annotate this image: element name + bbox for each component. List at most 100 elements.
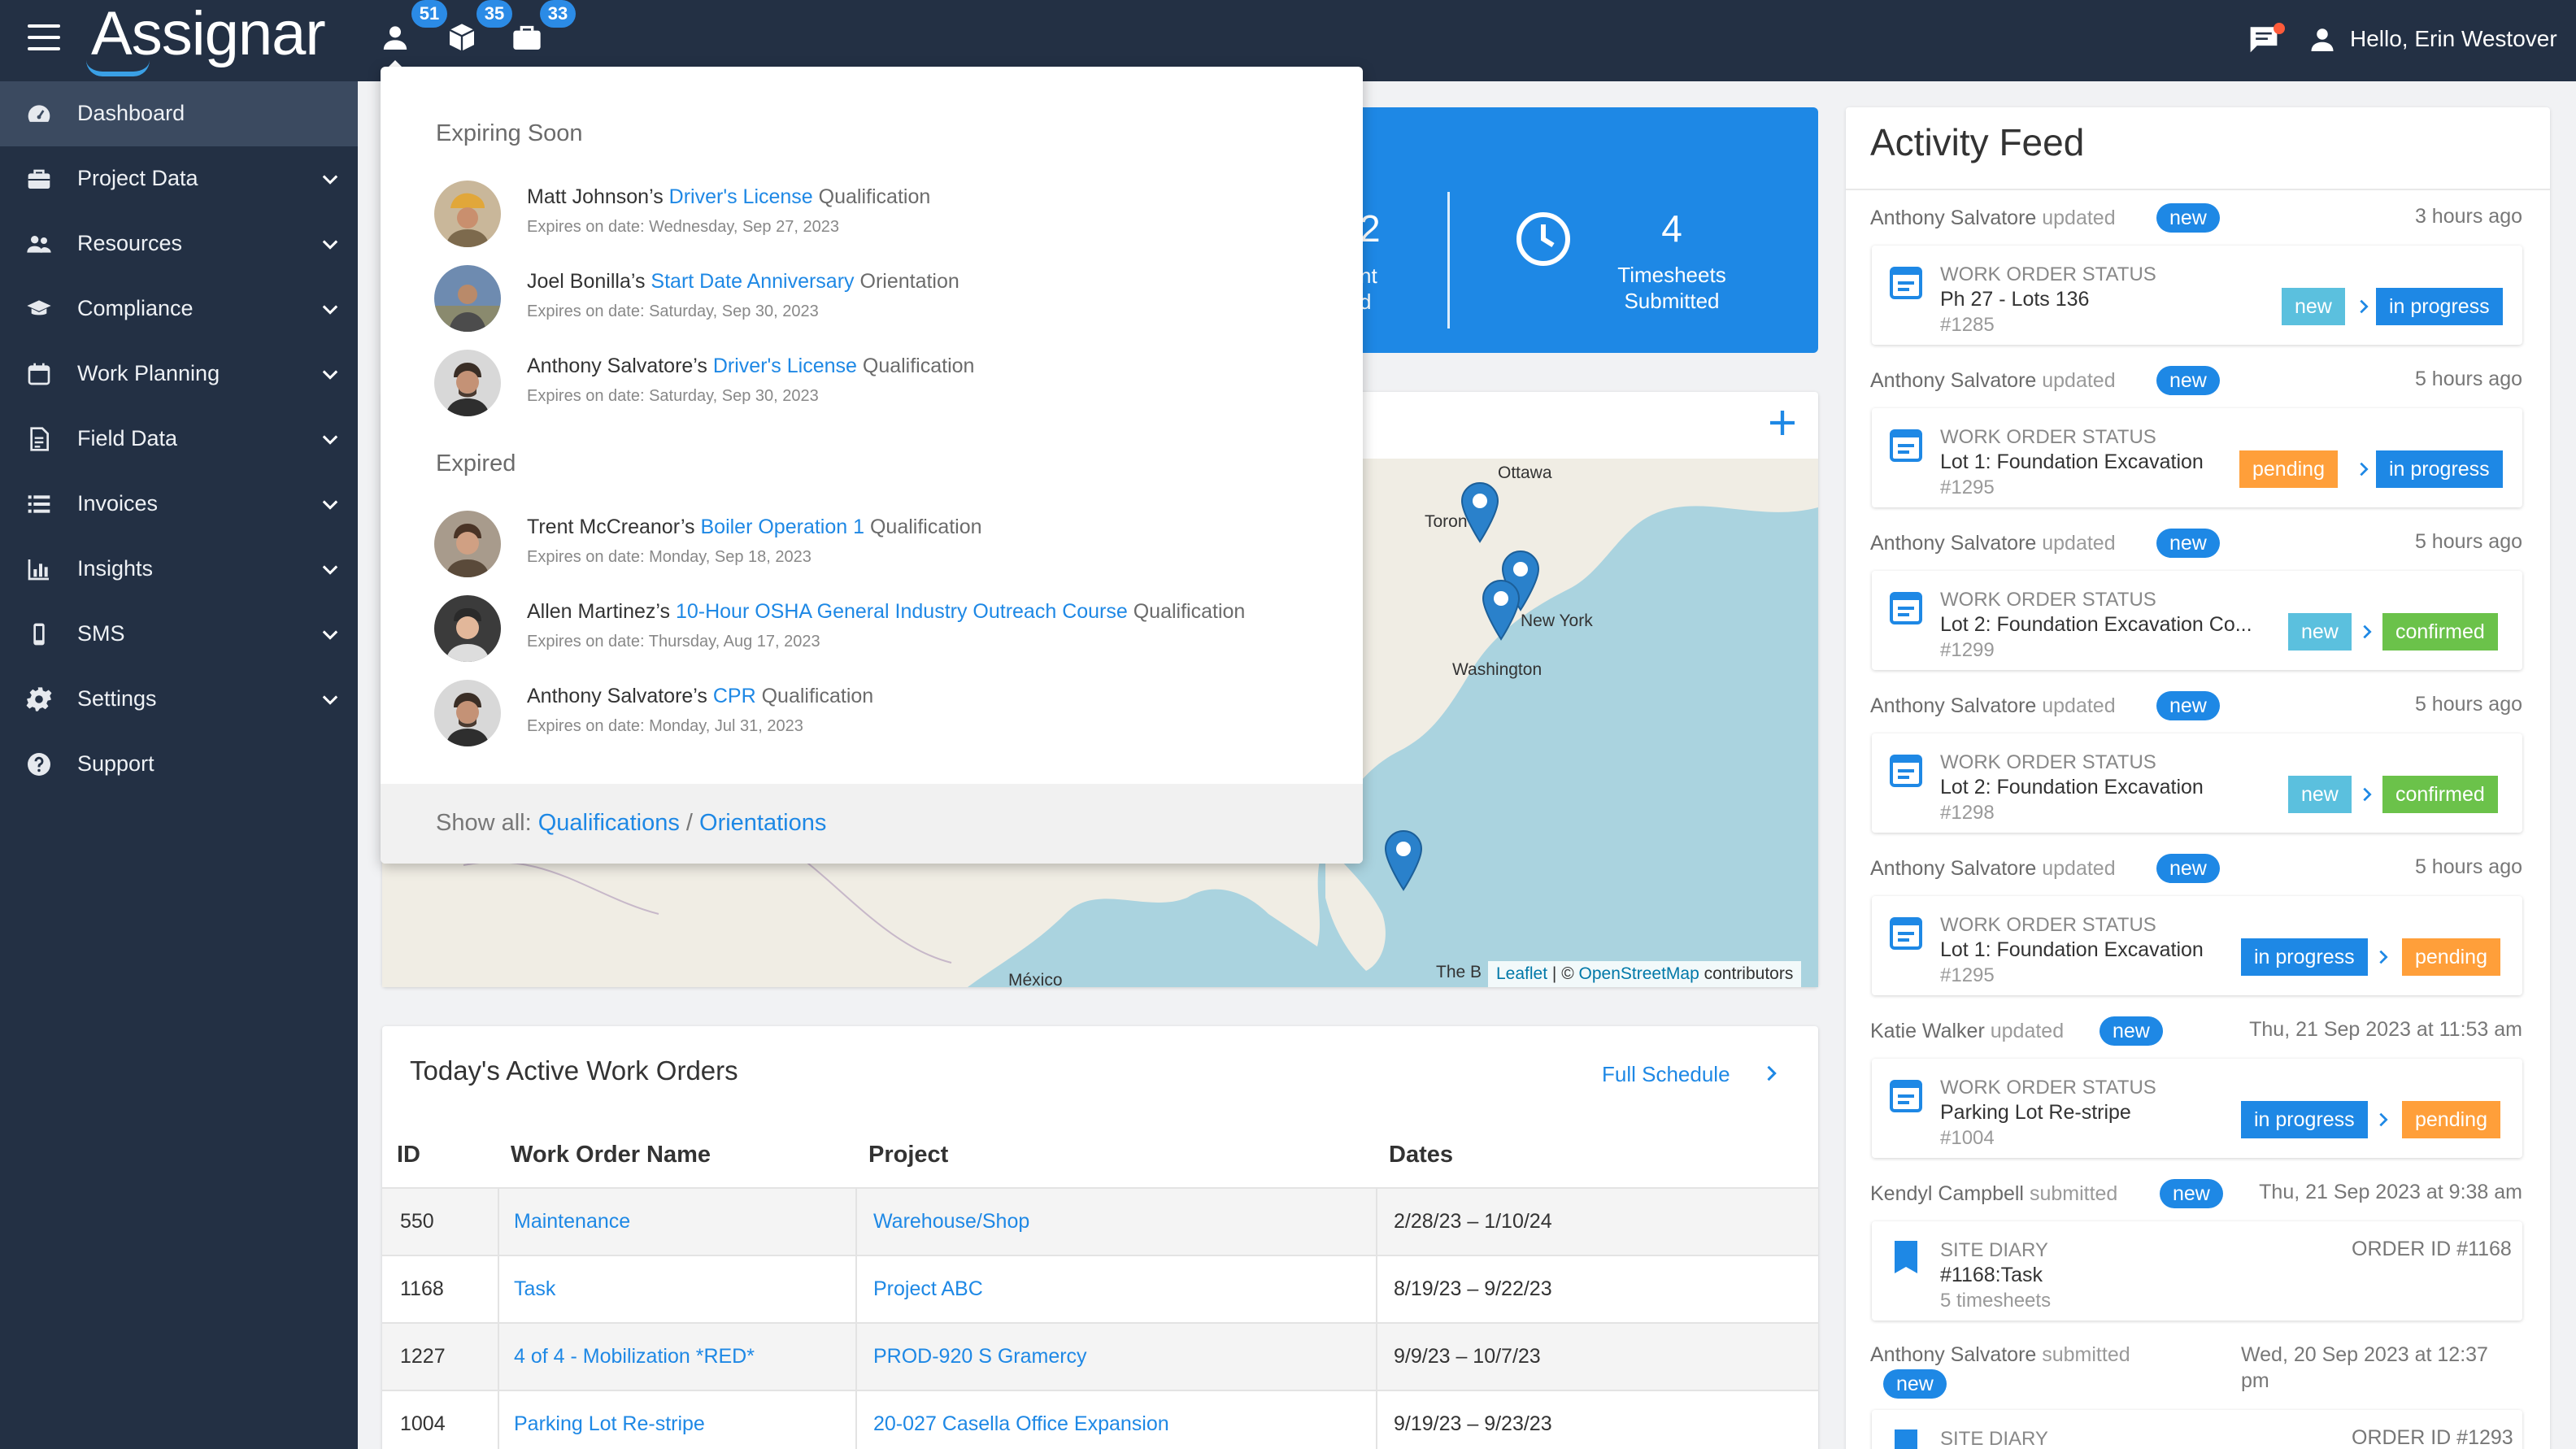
qualification-link[interactable]: Driver's License [669, 185, 813, 208]
person-name: Joel Bonilla’s [527, 270, 646, 293]
chevron-right-icon [2360, 462, 2369, 476]
sidebar-item-support[interactable]: Support [0, 732, 358, 797]
table-row[interactable]: 550 Maintenance Warehouse/Shop 2/28/23 –… [382, 1187, 1818, 1256]
person-icon[interactable] [379, 21, 411, 54]
table-row[interactable]: 1168 Task Project ABC 8/19/23 – 9/22/23 [382, 1255, 1818, 1324]
qualification-link[interactable]: CPR [713, 685, 756, 707]
feed-author: Anthony Salvatore updated [1870, 532, 2116, 555]
status-to: pending [2402, 938, 2500, 976]
entry-name: Lot 2: Foundation Excavation Co... [1940, 613, 2252, 636]
calendar-icon [1890, 267, 1922, 299]
avatar [434, 680, 501, 746]
divider [1846, 189, 2550, 190]
sidebar-item-insights[interactable]: Insights [0, 537, 358, 602]
feed-verb: submitted [2029, 1182, 2118, 1205]
expiration-item[interactable]: Anthony Salvatore’s Driver's License Qua… [434, 350, 1337, 420]
cell-divider [498, 1189, 499, 1256]
chevron-right-icon[interactable] [1760, 1062, 1782, 1085]
cell-divider [498, 1391, 499, 1449]
timesheets-count[interactable]: 4 [1586, 207, 1758, 250]
expiration-item[interactable]: Trent McCreanor’s Boiler Operation 1 Qua… [434, 511, 1337, 581]
cell-id: 1168 [400, 1277, 444, 1300]
person-name: Anthony Salvatore’s [527, 355, 707, 377]
sidebar-item-resources[interactable]: Resources [0, 211, 358, 276]
feed-time: pm [2241, 1369, 2269, 1392]
feed-time: Thu, 21 Sep 2023 at 9:38 am [2259, 1181, 2522, 1203]
column-header-name: Work Order Name [511, 1142, 711, 1168]
map-marker-icon[interactable] [1384, 829, 1423, 891]
orientation-type: Orientation [859, 270, 959, 293]
diary-icon [1895, 1241, 1917, 1273]
full-schedule-link[interactable]: Full Schedule [1602, 1062, 1730, 1087]
users-icon [27, 236, 51, 253]
timesheets-label: Timesheets Submitted [1586, 262, 1758, 314]
expiration-date: Expires on date: Saturday, Sep 30, 2023 [527, 387, 819, 405]
sidebar-item-settings[interactable]: Settings [0, 667, 358, 732]
feed-entry[interactable]: SITE DIARY #1168:Task 5 timesheets [1872, 1221, 2522, 1321]
chevron-down-icon [322, 630, 338, 640]
sidebar-item-project-data[interactable]: Project Data [0, 146, 358, 211]
entry-kind: SITE DIARY [1940, 1428, 2048, 1449]
qualification-type: Qualification [869, 516, 982, 538]
status-to: in progress [2376, 288, 2503, 325]
status-from: new [2288, 776, 2352, 813]
calendar-icon [1890, 917, 1922, 950]
menu-icon[interactable] [28, 24, 60, 50]
box-icon[interactable] [446, 21, 478, 54]
table-row[interactable]: 1004 Parking Lot Re-stripe 20-027 Casell… [382, 1390, 1818, 1449]
qualification-link[interactable]: 10-Hour OSHA General Industry Outreach C… [676, 600, 1128, 623]
activity-feed-title: Activity Feed [1870, 121, 2085, 163]
entry-timesheets: 5 timesheets [1940, 1290, 2052, 1312]
briefcase-icon[interactable] [511, 21, 543, 54]
cell-divider [855, 1189, 857, 1256]
cell-work-order-link[interactable]: Task [514, 1277, 555, 1301]
orientation-link[interactable]: Start Date Anniversary [651, 270, 854, 293]
calendar-icon [1890, 1080, 1922, 1112]
cell-dates: 9/19/23 – 9/23/23 [1394, 1412, 1552, 1435]
entry-id: #1004 [1940, 1127, 1995, 1149]
expiration-item[interactable]: Matt Johnson’s Driver's License Qualific… [434, 181, 1337, 250]
sidebar-item-invoices[interactable]: Invoices [0, 472, 358, 537]
expiration-text: Anthony Salvatore’s CPR Qualification [527, 685, 873, 708]
cell-work-order-link[interactable]: 4 of 4 - Mobilization *RED* [514, 1345, 755, 1368]
cell-work-order-link[interactable]: Parking Lot Re-stripe [514, 1412, 705, 1436]
expiration-date: Expires on date: Saturday, Sep 30, 2023 [527, 302, 819, 320]
qualifications-link[interactable]: Qualifications [538, 810, 680, 836]
expiration-item[interactable]: Allen Martinez’s 10-Hour OSHA General In… [434, 595, 1337, 665]
feed-author: Anthony Salvatore updated [1870, 694, 2116, 718]
avatar [434, 350, 501, 416]
sidebar-item-dashboard[interactable]: Dashboard [0, 81, 358, 146]
sidebar-item-field-data[interactable]: Field Data [0, 407, 358, 472]
map-marker-icon[interactable] [1482, 579, 1521, 641]
expiration-text: Allen Martinez’s 10-Hour OSHA General In… [527, 600, 1245, 624]
feed-verb: updated [2042, 694, 2116, 717]
cell-project-link[interactable]: 20-027 Casella Office Expansion [873, 1412, 1169, 1436]
sidebar-item-sms[interactable]: SMS [0, 602, 358, 667]
cell-project-link[interactable]: PROD-920 S Gramercy [873, 1345, 1087, 1368]
expiration-item[interactable]: Joel Bonilla’s Start Date Anniversary Or… [434, 265, 1337, 335]
logo-swoosh [86, 60, 150, 76]
entry-name: Parking Lot Re-stripe [1940, 1101, 2131, 1124]
sidebar-item-compliance[interactable]: Compliance [0, 276, 358, 342]
author-name: Anthony Salvatore [1870, 694, 2037, 717]
map-label: The B [1436, 963, 1482, 981]
orientations-link[interactable]: Orientations [699, 810, 826, 836]
user-icon[interactable] [2308, 24, 2337, 54]
feed-verb: updated [2042, 369, 2116, 392]
add-icon[interactable] [1766, 407, 1799, 439]
app-logo[interactable]: Assignar [91, 0, 326, 68]
osm-link[interactable]: OpenStreetMap [1579, 964, 1699, 983]
table-row[interactable]: 1227 4 of 4 - Mobilization *RED* PROD-92… [382, 1322, 1818, 1391]
qualification-link[interactable]: Boiler Operation 1 [701, 516, 865, 538]
user-greeting[interactable]: Hello, Erin Westover [2350, 26, 2557, 52]
entry-name: Ph 27 - Lots 136 [1940, 288, 2090, 311]
cell-project-link[interactable]: Project ABC [873, 1277, 983, 1301]
expiration-item[interactable]: Anthony Salvatore’s CPR Qualification Ex… [434, 680, 1337, 750]
leaflet-link[interactable]: Leaflet [1496, 964, 1547, 983]
cell-work-order-link[interactable]: Maintenance [514, 1210, 630, 1234]
feed-time: 3 hours ago [2414, 205, 2522, 228]
qualification-link[interactable]: Driver's License [713, 355, 857, 377]
cell-project-link[interactable]: Warehouse/Shop [873, 1210, 1029, 1234]
new-badge: new [2100, 1016, 2163, 1046]
sidebar-item-work-planning[interactable]: Work Planning [0, 342, 358, 407]
